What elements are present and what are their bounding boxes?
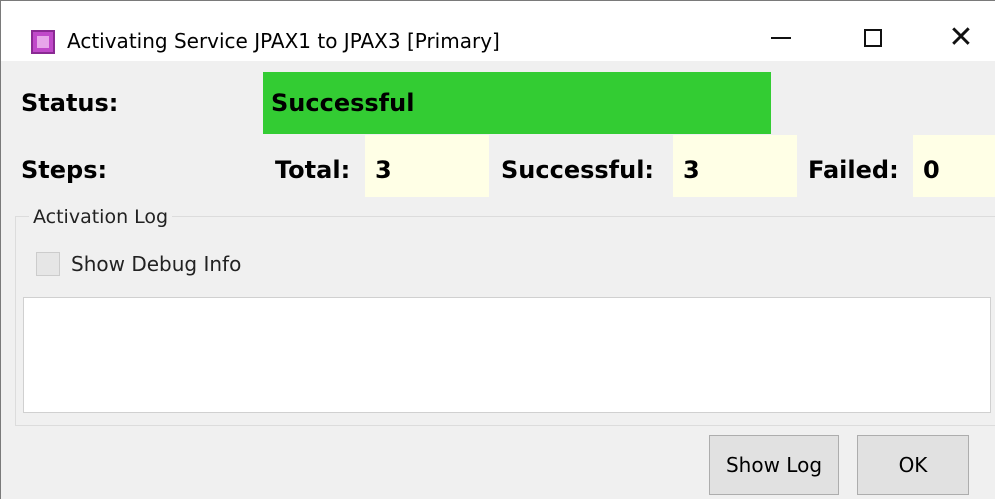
show-log-button-label: Show Log [725,453,823,477]
failed-value: 0 [923,156,940,184]
activation-log-label: Activation Log [29,206,173,228]
minimize-icon [771,37,791,39]
minimize-button[interactable] [751,15,811,61]
maximize-icon [864,29,882,47]
show-log-button[interactable]: Show Log [709,435,839,495]
close-icon: ✕ [948,20,974,55]
successful-value: 3 [683,156,700,184]
close-button[interactable]: ✕ [931,15,991,61]
status-label: Status: [21,89,119,117]
title-bar[interactable]: Activating Service JPAX1 to JPAX3 [Prima… [1,1,995,61]
successful-label: Successful: [501,156,655,184]
show-debug-label[interactable]: Show Debug Info [71,252,241,276]
activation-log-textarea[interactable] [23,297,991,413]
ok-button-label: OK [898,453,928,477]
window-title: Activating Service JPAX1 to JPAX3 [Prima… [67,29,500,53]
steps-label: Steps: [21,156,108,184]
ok-button[interactable]: OK [857,435,969,495]
show-debug-checkbox[interactable] [36,252,60,276]
maximize-button[interactable] [843,15,903,61]
app-icon [31,30,55,54]
status-value: Successful [271,89,415,117]
activation-dialog: Activating Service JPAX1 to JPAX3 [Prima… [0,0,995,499]
total-label: Total: [275,156,351,184]
failed-label: Failed: [808,156,899,184]
total-value: 3 [375,156,392,184]
